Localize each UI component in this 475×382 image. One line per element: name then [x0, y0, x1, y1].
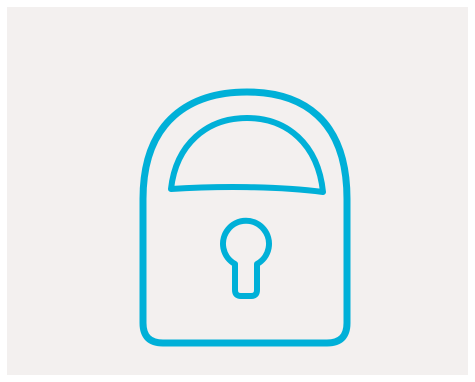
lock-body-outline: [139, 88, 351, 347]
padlock-icon: [139, 88, 351, 347]
icon-canvas: [7, 7, 468, 375]
lock-shackle-window: [168, 115, 326, 195]
keyhole: [220, 217, 272, 299]
